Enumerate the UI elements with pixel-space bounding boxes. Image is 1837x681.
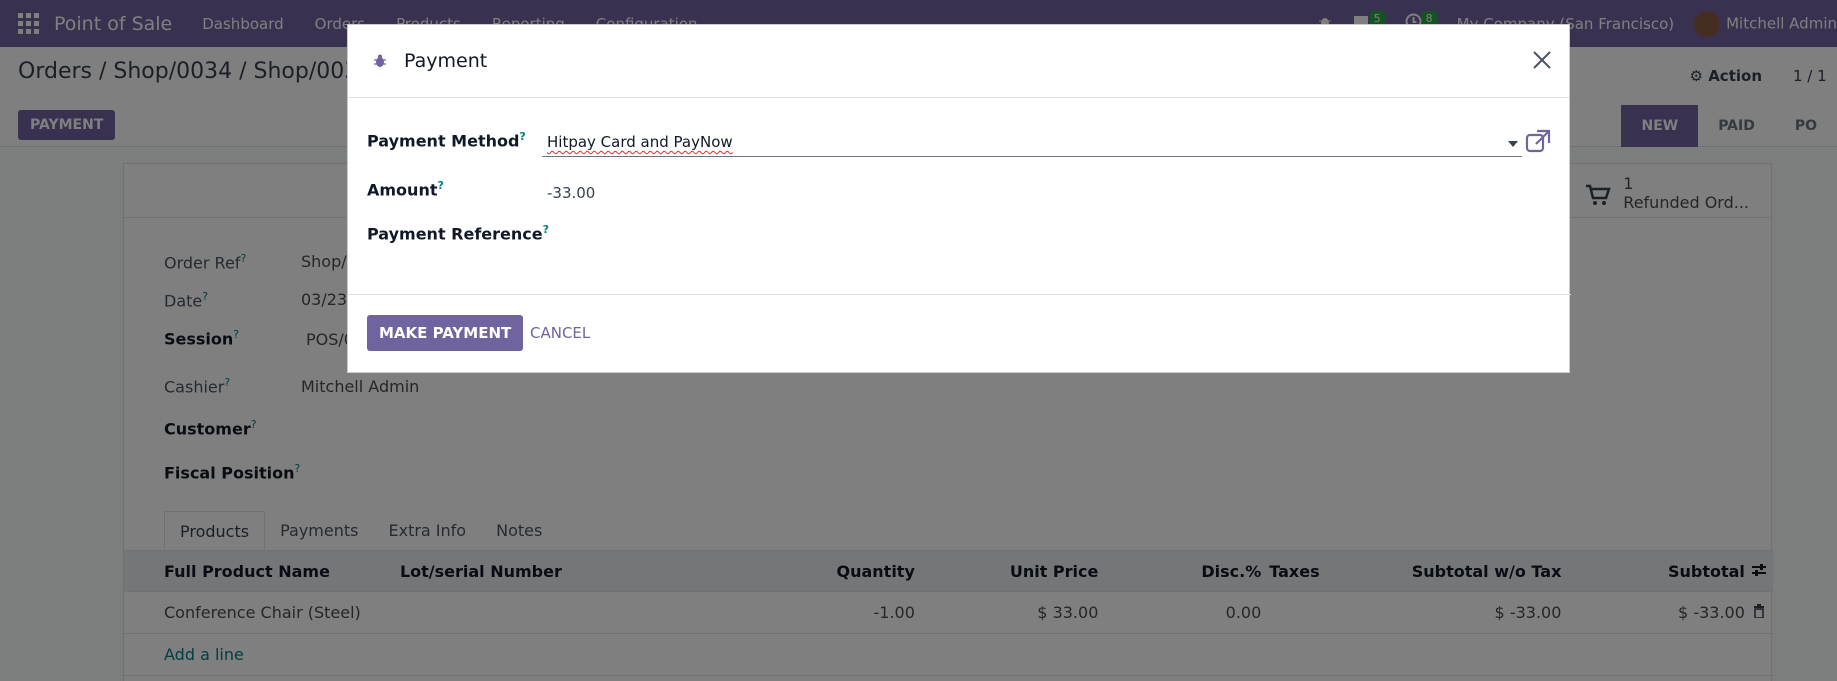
external-link-icon[interactable] [1525,129,1551,153]
amount-label: Amount? [367,179,444,200]
payment-dialog: Payment Payment Method? Hitpay Card and … [347,24,1571,374]
cancel-button[interactable]: CANCEL [530,324,590,342]
payment-reference-input[interactable] [547,225,1507,249]
help-tooltip-icon[interactable]: ? [437,179,443,192]
payment-method-select[interactable]: Hitpay Card and PayNow [542,125,1522,157]
close-icon[interactable] [1531,49,1553,71]
debug-bug-icon [374,54,386,67]
payment-method-value: Hitpay Card and PayNow [547,133,733,151]
modal-header: Payment [348,25,1569,98]
modal-footer: MAKE PAYMENT CANCEL [348,294,1571,374]
amount-input[interactable]: -33.00 [547,184,595,202]
help-tooltip-icon[interactable]: ? [519,130,525,143]
modal-title: Payment [404,50,488,72]
payment-reference-label: Payment Reference? [367,223,550,244]
payment-method-label: Payment Method? [367,130,526,151]
make-payment-button[interactable]: MAKE PAYMENT [367,315,524,351]
chevron-down-icon[interactable] [1508,141,1518,147]
